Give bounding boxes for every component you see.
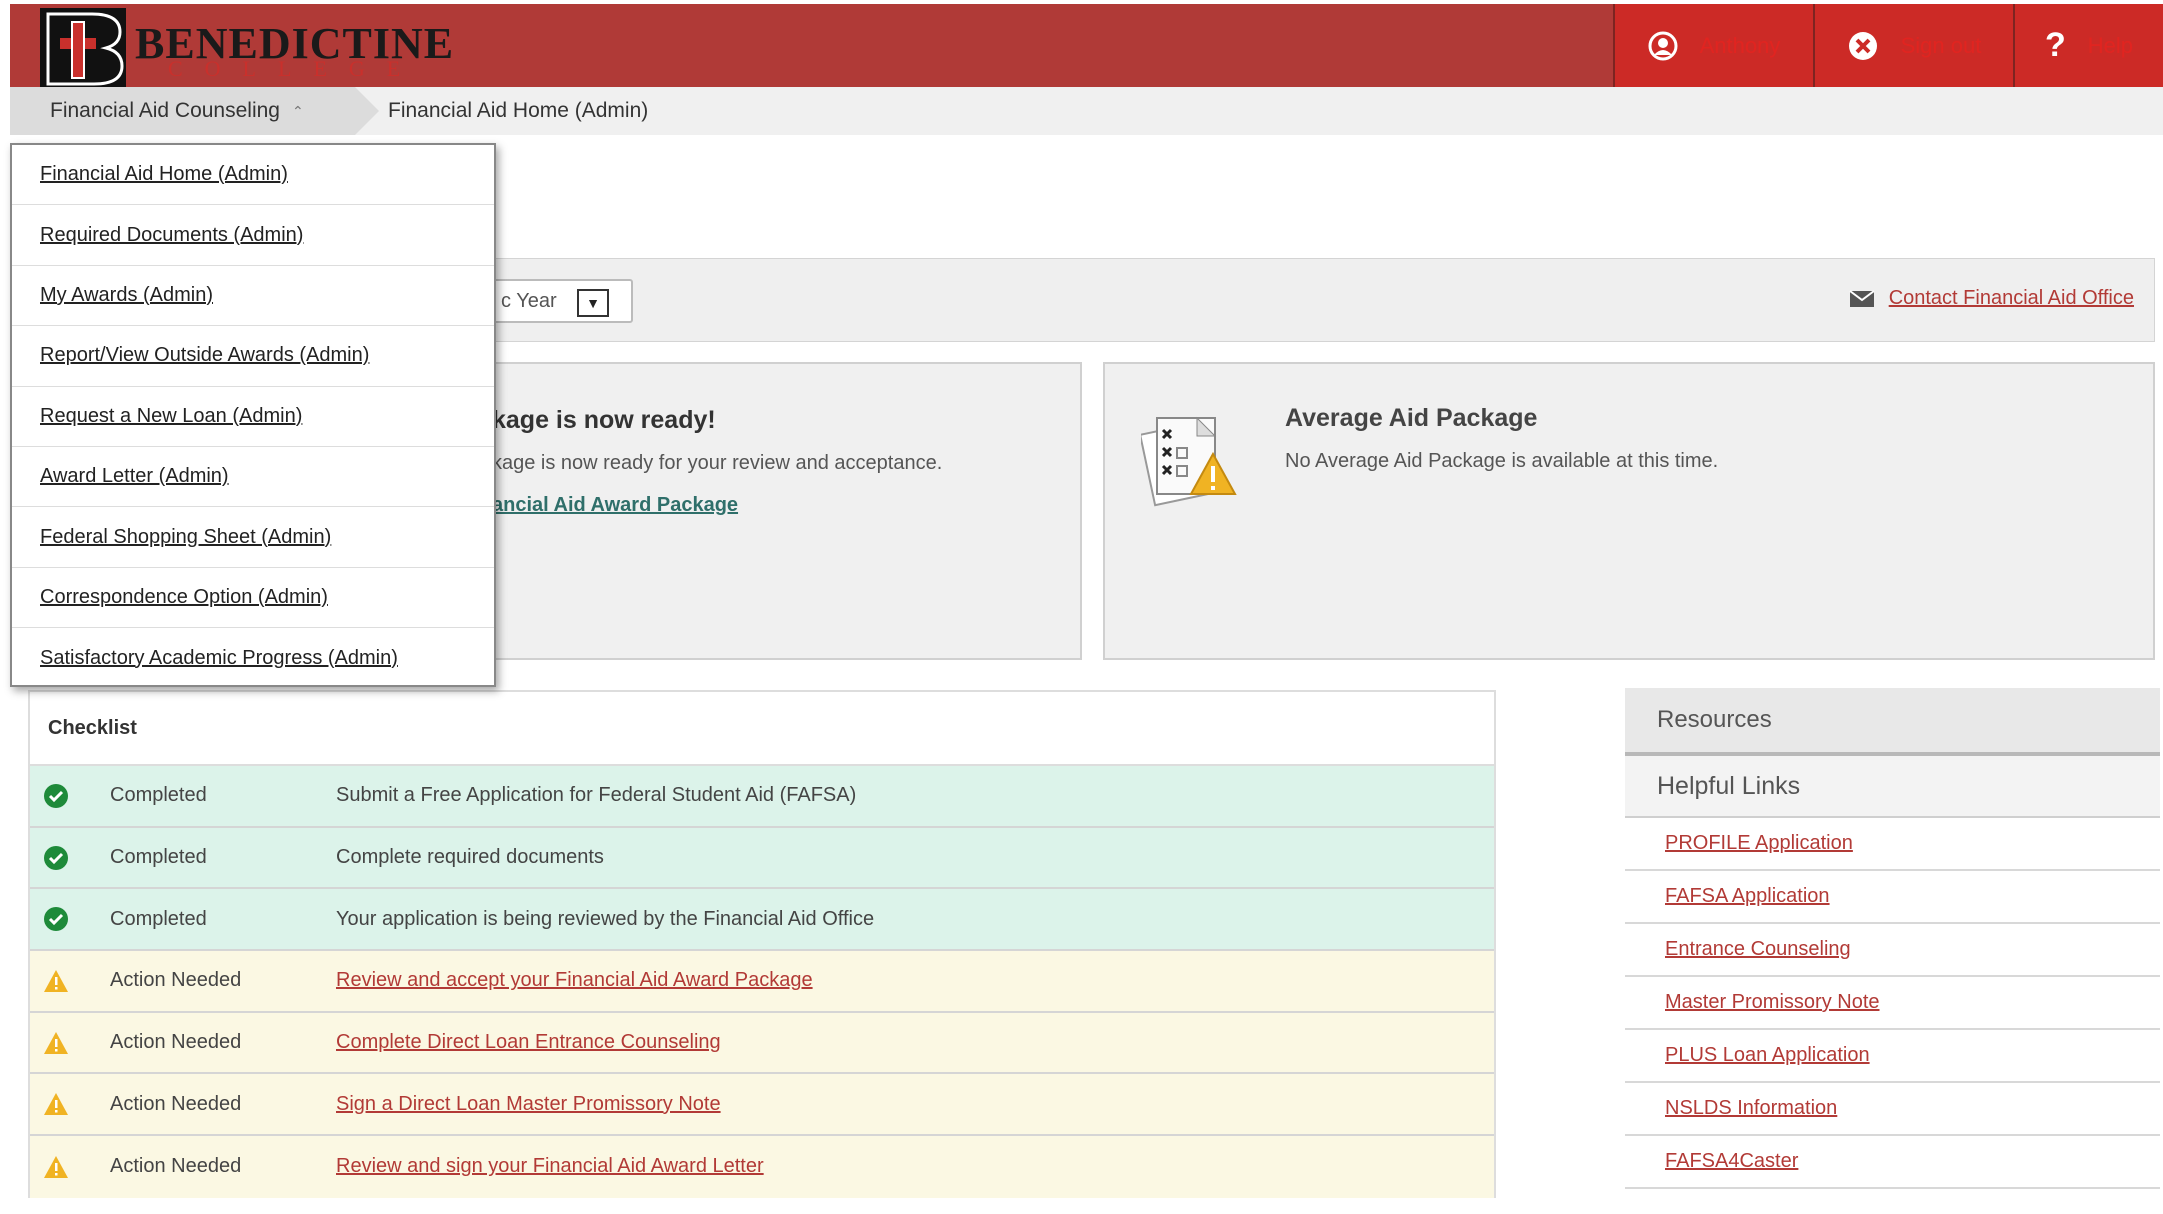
award-package-text: kage is now ready for your review and ac… xyxy=(492,452,943,474)
row-status: Completed xyxy=(110,784,207,807)
row-status: Completed xyxy=(110,907,207,930)
menu-item-award-letter[interactable]: Award Letter (Admin) xyxy=(12,447,494,508)
menu-item-outside-awards[interactable]: Report/View Outside Awards (Admin) xyxy=(12,326,494,387)
row-action-link[interactable]: Review and sign your Financial Aid Award… xyxy=(336,1155,764,1178)
table-row: Completed Your application is being revi… xyxy=(30,889,1494,952)
list-item: PROFILE Application xyxy=(1625,818,2160,871)
helpful-links-title: Helpful Links xyxy=(1625,756,2160,818)
award-year-select[interactable]: c Year ▼ xyxy=(491,279,633,323)
resource-link-profile[interactable]: PROFILE Application xyxy=(1665,832,1853,855)
check-circle-icon xyxy=(42,782,70,810)
average-aid-panel: Average Aid Package No Average Aid Packa… xyxy=(1103,362,2155,660)
counseling-dropdown-menu: Financial Aid Home (Admin) Required Docu… xyxy=(10,143,496,687)
menu-item-financial-aid-home[interactable]: Financial Aid Home (Admin) xyxy=(12,145,494,206)
average-aid-text: No Average Aid Package is available at t… xyxy=(1285,450,1719,472)
breadcrumb-current: Financial Aid Home (Admin) xyxy=(388,99,649,122)
close-circle-icon xyxy=(1848,31,1877,60)
breadcrumb-section-label: Financial Aid Counseling xyxy=(50,99,280,122)
row-action-link[interactable]: Complete Direct Loan Entrance Counseling xyxy=(336,1031,721,1054)
check-circle-icon xyxy=(42,905,70,933)
row-action-link[interactable]: Sign a Direct Loan Master Promissory Not… xyxy=(336,1093,721,1116)
table-row: Completed Submit a Free Application for … xyxy=(30,766,1494,828)
menu-item-label: Satisfactory Academic Progress (Admin) xyxy=(40,646,398,669)
row-description: Your application is being reviewed by th… xyxy=(336,907,875,930)
list-item: FAFSA Application xyxy=(1625,871,2160,924)
row-status: Action Needed xyxy=(110,1155,242,1178)
row-status: Action Needed xyxy=(110,1031,242,1054)
resources-panel: Resources Helpful Links PROFILE Applicat… xyxy=(1625,688,2160,1189)
envelope-icon xyxy=(1849,289,1875,307)
warning-icon xyxy=(42,1090,70,1118)
resource-link-fafsa4caster[interactable]: FAFSA4Caster xyxy=(1665,1150,1798,1173)
row-status: Action Needed xyxy=(110,1092,242,1115)
college-logo-icon[interactable] xyxy=(40,8,130,88)
menu-item-label: Request a New Loan (Admin) xyxy=(40,404,303,427)
menu-item-required-documents[interactable]: Required Documents (Admin) xyxy=(12,205,494,266)
help-button[interactable]: ? Help xyxy=(2013,4,2163,87)
chevron-up-icon: ⌃ xyxy=(291,102,304,119)
logo-subtitle: COLLEGE xyxy=(168,56,423,81)
warning-icon xyxy=(42,1153,70,1181)
row-description: Submit a Free Application for Federal St… xyxy=(336,784,857,807)
list-item: Entrance Counseling xyxy=(1625,924,2160,977)
menu-item-shopping-sheet[interactable]: Federal Shopping Sheet (Admin) xyxy=(12,507,494,568)
menu-item-label: Financial Aid Home (Admin) xyxy=(40,163,288,186)
menu-item-my-awards[interactable]: My Awards (Admin) xyxy=(12,266,494,327)
table-row: Completed Complete required documents xyxy=(30,827,1494,890)
user-icon xyxy=(1648,31,1678,60)
table-row: Action Needed Sign a Direct Loan Master … xyxy=(30,1074,1494,1137)
contact-financial-aid-link[interactable]: Contact Financial Aid Office xyxy=(1889,287,2134,310)
resource-link-plus-loan[interactable]: PLUS Loan Application xyxy=(1665,1044,1870,1067)
menu-item-label: Report/View Outside Awards (Admin) xyxy=(40,344,370,367)
menu-item-label: My Awards (Admin) xyxy=(40,283,214,306)
resources-title: Resources xyxy=(1625,688,2160,756)
resource-link-fafsa[interactable]: FAFSA Application xyxy=(1665,885,1830,908)
menu-item-label: Correspondence Option (Admin) xyxy=(40,585,328,608)
row-action-link[interactable]: Review and accept your Financial Aid Awa… xyxy=(336,969,813,992)
user-button-label: Anthony xyxy=(1699,32,1781,58)
average-aid-title: Average Aid Package xyxy=(1285,404,1538,432)
menu-item-label: Federal Shopping Sheet (Admin) xyxy=(40,525,332,548)
row-status: Completed xyxy=(110,846,207,869)
list-item: Master Promissory Note xyxy=(1625,977,2160,1030)
contact-office: Contact Financial Aid Office xyxy=(1849,287,2134,310)
sign-out-label: Sign out xyxy=(1900,32,1982,58)
resource-link-nslds[interactable]: NSLDS Information xyxy=(1665,1097,1837,1120)
table-row: Action Needed Review and accept your Fin… xyxy=(30,951,1494,1013)
award-package-title: kage is now ready! xyxy=(492,406,716,434)
sign-out-button[interactable]: Sign out xyxy=(1813,4,2013,87)
table-row: Action Needed Review and sign your Finan… xyxy=(30,1136,1494,1198)
breadcrumb: Financial Aid Counseling ⌃ Financial Aid… xyxy=(10,87,2163,135)
list-item: FAFSA4Caster xyxy=(1625,1136,2160,1189)
list-item: PLUS Loan Application xyxy=(1625,1030,2160,1083)
checklist-table: Checklist Completed Submit a Free Applic… xyxy=(28,690,1496,1198)
award-package-panel: kage is now ready! kage is now ready for… xyxy=(490,362,1082,660)
checklist-warning-icon xyxy=(1138,410,1237,510)
resource-link-entrance-counseling[interactable]: Entrance Counseling xyxy=(1665,938,1851,961)
row-description: Complete required documents xyxy=(336,846,604,869)
check-circle-icon xyxy=(42,844,70,872)
menu-item-correspondence[interactable]: Correspondence Option (Admin) xyxy=(12,568,494,629)
help-icon: ? xyxy=(2044,26,2066,64)
filter-bar: c Year ▼ Contact Financial Aid Office xyxy=(490,258,2155,342)
chevron-down-icon[interactable]: ▼ xyxy=(577,289,609,317)
breadcrumb-section-menu[interactable]: Financial Aid Counseling ⌃ xyxy=(10,87,379,135)
warning-icon xyxy=(42,1029,70,1057)
user-button[interactable]: Anthony xyxy=(1613,4,1813,87)
menu-item-academic-progress[interactable]: Satisfactory Academic Progress (Admin) xyxy=(12,628,494,688)
menu-item-label: Award Letter (Admin) xyxy=(40,465,229,488)
award-package-link[interactable]: ancial Aid Award Package xyxy=(492,494,738,517)
table-row: Action Needed Complete Direct Loan Entra… xyxy=(30,1012,1494,1075)
resource-link-promissory-note[interactable]: Master Promissory Note xyxy=(1665,991,1880,1014)
warning-icon xyxy=(42,967,70,995)
award-year-value: c Year xyxy=(501,289,557,312)
checklist-title: Checklist xyxy=(30,692,1494,766)
header-buttons: Anthony Sign out ? Help xyxy=(1613,4,2163,87)
menu-item-request-loan[interactable]: Request a New Loan (Admin) xyxy=(12,387,494,447)
row-status: Action Needed xyxy=(110,969,242,992)
top-header: BENEDICTINE COLLEGE Anthony Sign out ? H… xyxy=(10,4,2163,88)
menu-item-label: Required Documents (Admin) xyxy=(40,223,304,246)
list-item: NSLDS Information xyxy=(1625,1083,2160,1136)
help-label: Help xyxy=(2087,32,2134,58)
